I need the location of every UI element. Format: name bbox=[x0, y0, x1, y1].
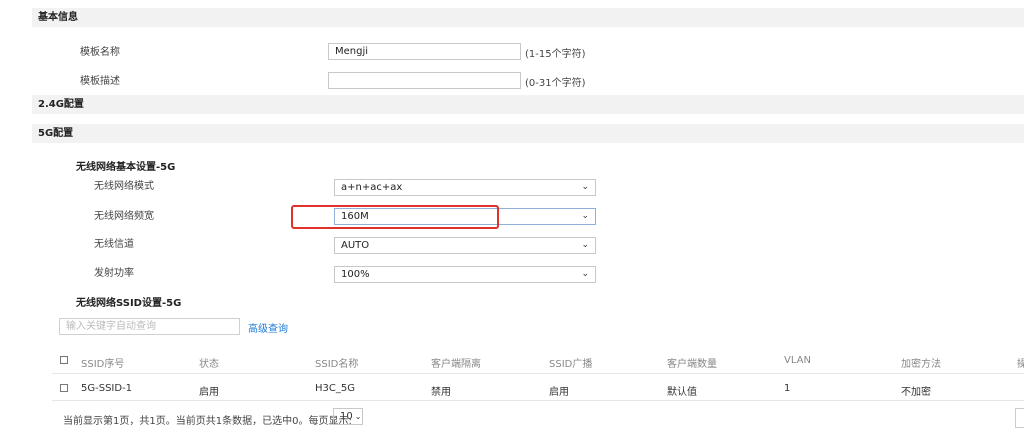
cell-status: 启用 bbox=[199, 387, 219, 398]
chevron-down-icon: ⌄ bbox=[354, 412, 362, 421]
col-ssid-index[interactable]: SSID序号 bbox=[81, 355, 124, 370]
ssid-settings-title: 无线网络SSID设置-5G bbox=[76, 298, 182, 309]
col-ssid-name[interactable]: SSID名称 bbox=[315, 355, 358, 370]
cell-client-count: 默认值 bbox=[667, 387, 697, 398]
col-operation[interactable]: 操 bbox=[1017, 355, 1024, 370]
search-input[interactable]: 输入关键字自动查询 bbox=[59, 318, 240, 335]
pagination-button[interactable] bbox=[1015, 408, 1024, 428]
highlight-annotation-box bbox=[291, 205, 499, 229]
wireless-mode-value: a+n+ac+ax bbox=[341, 182, 403, 193]
wireless-mode-label: 无线网络模式 bbox=[94, 181, 154, 192]
channel-select[interactable]: AUTO ⌄ bbox=[334, 237, 596, 254]
pagination-summary: 当前显示第1页，共1页。当前页共1条数据，已选中0。每页显示: bbox=[63, 416, 352, 427]
table-row-divider bbox=[52, 400, 1024, 401]
table-header-divider bbox=[52, 373, 1024, 374]
col-vlan[interactable]: VLAN bbox=[784, 355, 811, 366]
bandwidth-label: 无线网络频宽 bbox=[94, 211, 154, 222]
template-desc-label: 模板描述 bbox=[80, 76, 120, 87]
col-ssid-broadcast[interactable]: SSID广播 bbox=[549, 355, 592, 370]
power-label: 发射功率 bbox=[94, 268, 134, 279]
col-client-isolation[interactable]: 客户端隔离 bbox=[431, 355, 481, 370]
template-name-hint: (1-15个字符) bbox=[525, 49, 586, 60]
section-basic-header: 基本信息 bbox=[32, 8, 1024, 27]
channel-value: AUTO bbox=[341, 240, 370, 251]
chevron-down-icon: ⌄ bbox=[581, 182, 589, 192]
template-name-input[interactable]: Mengji bbox=[328, 43, 521, 60]
select-all-checkbox[interactable] bbox=[60, 356, 68, 364]
cell-ssid-broadcast: 启用 bbox=[549, 387, 569, 398]
chevron-down-icon: ⌄ bbox=[581, 269, 589, 279]
page-size-select[interactable]: 10 ⌄ bbox=[333, 408, 363, 425]
template-desc-input[interactable] bbox=[328, 72, 521, 89]
col-client-count[interactable]: 客户端数量 bbox=[667, 355, 717, 370]
col-encryption[interactable]: 加密方法 bbox=[901, 355, 941, 370]
section-24g-header[interactable]: 2.4G配置 bbox=[32, 95, 1024, 114]
col-status[interactable]: 状态 bbox=[199, 355, 219, 370]
channel-label: 无线信道 bbox=[94, 239, 134, 250]
cell-encryption: 不加密 bbox=[901, 387, 931, 398]
chevron-down-icon: ⌄ bbox=[581, 211, 589, 221]
cell-vlan: 1 bbox=[784, 383, 791, 394]
power-value: 100% bbox=[341, 269, 370, 280]
cell-ssid-index: 5G-SSID-1 bbox=[81, 383, 133, 394]
wireless-basic-title: 无线网络基本设置-5G bbox=[76, 162, 176, 173]
template-desc-hint: (0-31个字符) bbox=[525, 78, 586, 89]
section-5g-header[interactable]: 5G配置 bbox=[32, 124, 1024, 143]
cell-client-isolation: 禁用 bbox=[431, 387, 451, 398]
page-size-value: 10 bbox=[340, 411, 353, 422]
wireless-mode-select[interactable]: a+n+ac+ax ⌄ bbox=[334, 179, 596, 196]
chevron-down-icon: ⌄ bbox=[581, 240, 589, 250]
row-checkbox[interactable] bbox=[60, 384, 68, 392]
template-name-label: 模板名称 bbox=[80, 47, 120, 58]
advanced-search-link[interactable]: 高级查询 bbox=[248, 320, 288, 335]
cell-ssid-name: H3C_5G bbox=[315, 383, 355, 394]
power-select[interactable]: 100% ⌄ bbox=[334, 266, 596, 283]
